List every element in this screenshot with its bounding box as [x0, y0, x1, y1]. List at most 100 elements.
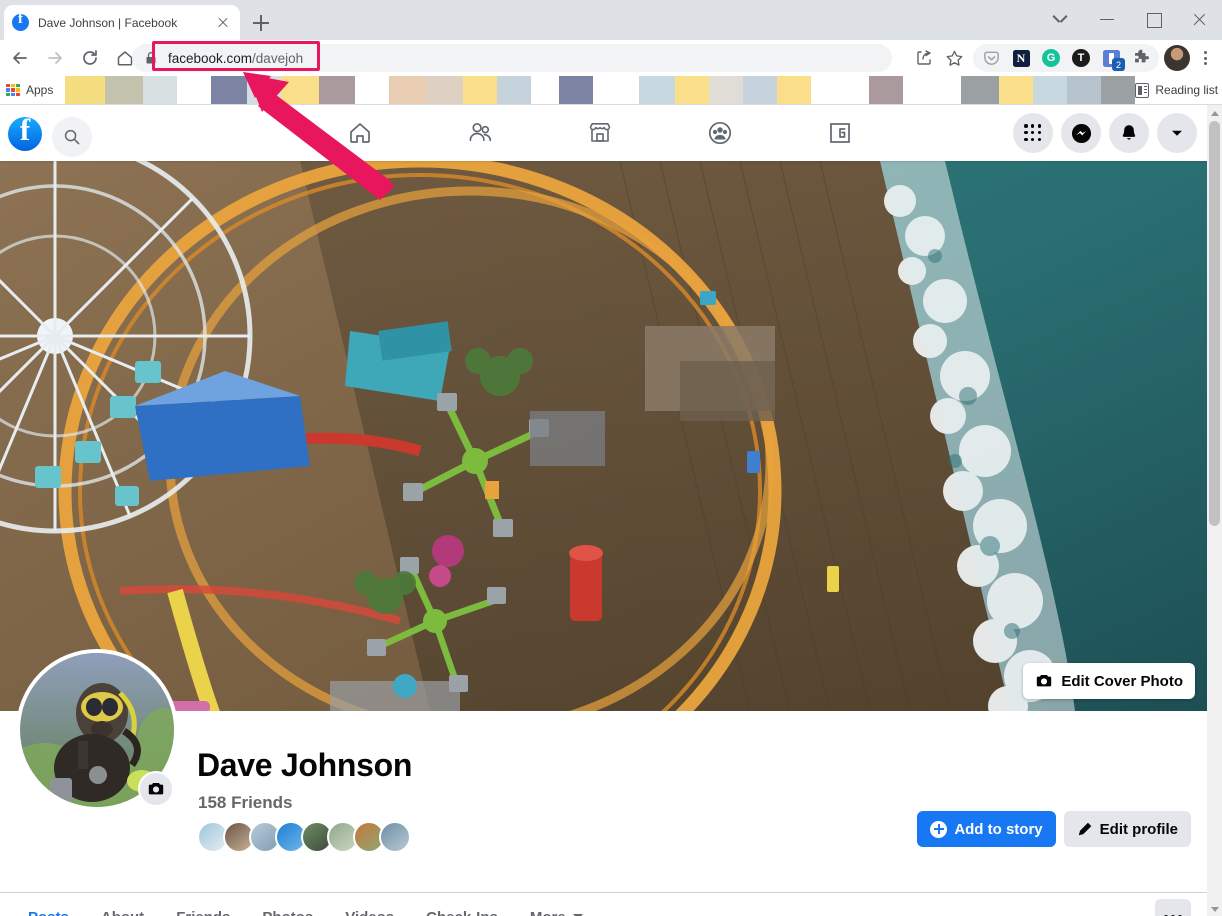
- bookmark-item[interactable]: [281, 76, 320, 104]
- lock-icon: [144, 51, 158, 65]
- edit-cover-photo-button[interactable]: Edit Cover Photo: [1023, 663, 1195, 699]
- edit-cover-photo-label: Edit Cover Photo: [1061, 672, 1183, 690]
- apps-shortcut-button[interactable]: Apps: [6, 83, 53, 97]
- add-to-story-button[interactable]: Add to story: [917, 811, 1056, 847]
- scroll-down-arrow[interactable]: [1207, 901, 1222, 916]
- friend-avatar-8[interactable]: [379, 821, 411, 853]
- friend-avatar-list[interactable]: [197, 821, 411, 853]
- edit-profile-label: Edit profile: [1099, 820, 1178, 838]
- reading-list-button[interactable]: Reading list: [1135, 82, 1218, 98]
- bookmark-item[interactable]: [389, 76, 428, 104]
- puzzle-extensions-icon[interactable]: [1128, 45, 1154, 71]
- cover-photo-image: [0, 161, 1207, 711]
- bookmark-item[interactable]: [709, 76, 744, 104]
- nav-groups-icon[interactable]: [660, 105, 780, 161]
- messenger-icon[interactable]: [1061, 113, 1101, 153]
- bookmark-item[interactable]: [355, 76, 390, 104]
- chevron-down-icon[interactable]: [1157, 113, 1197, 153]
- tab-search-chevron-icon[interactable]: [1038, 0, 1084, 40]
- bookmark-item[interactable]: [143, 76, 178, 104]
- bookmark-item[interactable]: [211, 76, 248, 104]
- bookmark-item[interactable]: [531, 76, 560, 104]
- bookmark-item[interactable]: [903, 76, 962, 104]
- bookmark-item[interactable]: [999, 76, 1034, 104]
- bookmark-item[interactable]: [105, 76, 144, 104]
- bookmark-item[interactable]: [811, 76, 870, 104]
- facebook-page: Edit Cover Photo: [0, 105, 1207, 916]
- new-tab-button[interactable]: [248, 10, 274, 36]
- bookmark-item[interactable]: [639, 76, 676, 104]
- bookmark-item[interactable]: [177, 76, 212, 104]
- reload-icon[interactable]: [75, 43, 105, 73]
- window-controls: [1038, 0, 1222, 40]
- bookmark-item[interactable]: [1101, 76, 1136, 104]
- tab-label: Videos: [345, 909, 394, 916]
- bookmark-item[interactable]: [675, 76, 710, 104]
- tab-check-ins[interactable]: Check-Ins: [410, 893, 514, 916]
- nav-home-icon[interactable]: [300, 105, 420, 161]
- bookmark-item[interactable]: [777, 76, 812, 104]
- chrome-profile-avatar[interactable]: [1164, 45, 1190, 71]
- bookmark-item[interactable]: [559, 76, 594, 104]
- bookmark-item[interactable]: [1033, 76, 1068, 104]
- pocket-extension-icon[interactable]: [978, 45, 1004, 71]
- bookmark-item[interactable]: [319, 76, 356, 104]
- facebook-logo-icon[interactable]: [8, 112, 42, 151]
- bookmark-item[interactable]: [593, 76, 640, 104]
- notion-extension-icon[interactable]: N: [1008, 45, 1034, 71]
- profile-photo-wrapper: [16, 649, 178, 811]
- bookmark-star-icon[interactable]: [939, 43, 969, 73]
- friends-count[interactable]: 158 Friends: [198, 793, 293, 813]
- maximize-button[interactable]: [1130, 0, 1176, 40]
- notion-glyph: N: [1012, 49, 1030, 67]
- scrollbar-thumb[interactable]: [1209, 121, 1220, 526]
- nav-friends-icon[interactable]: [420, 105, 540, 161]
- address-bar[interactable]: facebook.com/davejoh: [132, 44, 892, 72]
- bookmark-item[interactable]: [427, 76, 464, 104]
- scroll-up-arrow[interactable]: [1207, 105, 1222, 120]
- tab-about[interactable]: About: [85, 893, 160, 916]
- tab-videos[interactable]: Videos: [329, 893, 410, 916]
- page-scrollbar[interactable]: [1207, 105, 1222, 916]
- extension-badge-count: 2: [1112, 58, 1125, 71]
- more-options-button[interactable]: [1155, 899, 1191, 916]
- bookmark-item[interactable]: [961, 76, 1000, 104]
- browser-tab[interactable]: Dave Johnson | Facebook: [4, 5, 240, 40]
- close-tab-icon[interactable]: [214, 14, 232, 32]
- bookmark-item[interactable]: [869, 76, 904, 104]
- edit-profile-photo-button[interactable]: [138, 771, 174, 807]
- minimize-button[interactable]: [1084, 0, 1130, 40]
- bookmark-item[interactable]: [497, 76, 532, 104]
- tab-friends[interactable]: Friends: [160, 893, 246, 916]
- grammarly-extension-icon[interactable]: G: [1038, 45, 1064, 71]
- bookmark-item[interactable]: [743, 76, 778, 104]
- tab-label: Posts: [28, 909, 69, 916]
- close-window-button[interactable]: [1176, 0, 1222, 40]
- cover-photo[interactable]: Edit Cover Photo: [0, 161, 1207, 711]
- onenote-extension-icon[interactable]: 2: [1098, 45, 1125, 71]
- bookmark-item[interactable]: [1067, 76, 1102, 104]
- bookmark-items-redacted[interactable]: [65, 76, 1136, 104]
- bookmark-item[interactable]: [463, 76, 498, 104]
- nav-gaming-icon[interactable]: [780, 105, 900, 161]
- tab-photos[interactable]: Photos: [246, 893, 329, 916]
- bookmark-item[interactable]: [65, 76, 106, 104]
- profile-tabs: Posts About Friends Photos Videos Check-Ins Mo…: [0, 892, 1207, 916]
- tab-posts[interactable]: Posts: [12, 893, 85, 916]
- edit-profile-button[interactable]: Edit profile: [1063, 811, 1191, 847]
- bookmark-item[interactable]: [247, 76, 282, 104]
- nine-dot-grid-icon[interactable]: [1013, 113, 1053, 153]
- tab-label: Friends: [176, 909, 230, 916]
- forward-arrow-icon[interactable]: [40, 43, 70, 73]
- back-arrow-icon[interactable]: [5, 43, 35, 73]
- plus-circle-icon: [930, 820, 948, 838]
- chrome-menu-icon[interactable]: [1192, 43, 1218, 73]
- todoist-extension-icon[interactable]: T: [1068, 45, 1094, 71]
- share-icon[interactable]: [909, 43, 939, 73]
- tab-title: Dave Johnson | Facebook: [38, 15, 178, 30]
- tab-more[interactable]: More: [514, 893, 599, 916]
- nav-marketplace-icon[interactable]: [540, 105, 660, 161]
- search-icon[interactable]: [52, 117, 92, 157]
- bell-icon[interactable]: [1109, 113, 1149, 153]
- tab-label: Photos: [262, 909, 313, 916]
